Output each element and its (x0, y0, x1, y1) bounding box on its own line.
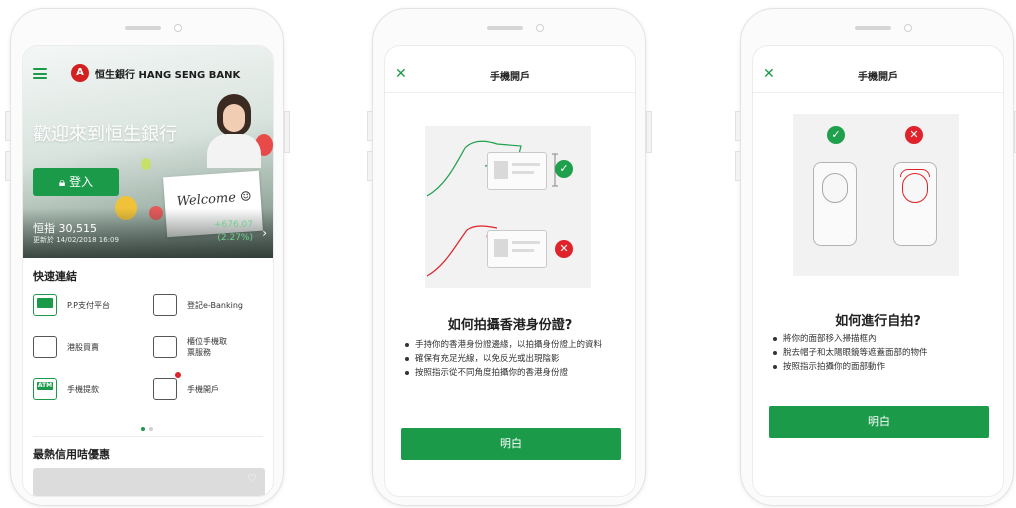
phone-speaker (855, 26, 891, 30)
side-button (735, 111, 741, 141)
phone-id-capture-screen: ✕ 手機開戶 ✓ ✕ 如何拍攝香港身份證? 手持你的香港身份證邊緣，以拍攝身份證… (367, 8, 652, 506)
app-screen-selfie-guide: ✕ 手機開戶 ✓ ✕ 如何進行自拍? 將你的面部移入掃描框內 脫去帽子和太陽眼鏡… (752, 45, 1004, 497)
notification-dot (175, 372, 181, 378)
phone-speaker (125, 26, 161, 30)
index-change: +676.07 (213, 220, 253, 230)
side-button (367, 151, 373, 181)
quick-link-pp-payment[interactable]: P.P支付平台 (33, 292, 143, 322)
selfie-phone-wrong (893, 162, 937, 246)
hang-seng-logo-icon: A (71, 64, 89, 82)
face-icon (822, 173, 848, 203)
phone-selfie-screen: ✕ 手機開戶 ✓ ✕ 如何進行自拍? 將你的面部移入掃描框內 脫去帽子和太陽眼鏡… (735, 8, 1016, 506)
id-card-illustration: ✓ ✕ (425, 126, 591, 288)
register-ebanking-icon (153, 294, 177, 316)
phone-camera (904, 24, 912, 32)
quick-link-stock-trading[interactable]: 港股買賣 (33, 334, 143, 364)
bank-building-icon (153, 378, 177, 400)
login-button[interactable]: 🔒︎ 登入 (33, 168, 119, 196)
guide-title: 如何拍攝香港身份證? (447, 318, 573, 333)
queue-ticket-icon (153, 336, 177, 358)
instruction-item: 將你的面部移入掃描框內 (773, 332, 989, 346)
quick-link-open-account[interactable]: 手機開戶 (153, 372, 268, 406)
promo-banner[interactable]: ♡ (33, 468, 265, 496)
instruction-item: 手持你的香港身份證邊緣，以拍攝身份證上的資料 (405, 338, 621, 352)
side-button (646, 111, 652, 153)
atm-icon: ATM (33, 378, 57, 400)
phone-camera (536, 24, 544, 32)
quick-link-queue-ticket[interactable]: 櫃位手機取 票服務 (153, 334, 268, 364)
index-change-percent: (2.27%) (217, 233, 253, 243)
quick-link-register-ebanking[interactable]: 登記e-Banking (153, 292, 268, 322)
phone-home-screen: Welcome ☺ A 恒生銀行 HANG SENG BANK 歡迎來到恒生銀行… (5, 8, 290, 506)
side-button (284, 111, 290, 153)
instruction-list: 將你的面部移入掃描框內 脫去帽子和太陽眼鏡等遮蓋面部的物件 按照指示拍攝你的面部… (773, 332, 989, 374)
selfie-illustration: ✓ ✕ (793, 114, 959, 276)
side-button (5, 151, 11, 181)
chevron-right-icon[interactable]: › (262, 226, 267, 240)
side-button (5, 111, 11, 141)
nav-title: 手機開戶 (858, 72, 898, 83)
lock-icon: 🔒︎ (58, 175, 70, 189)
index-updated-time: 更新於 14/02/2018 16:09 (33, 236, 119, 244)
side-button (367, 111, 373, 141)
hot-offers-title: 最熱信用咭優惠 (33, 448, 110, 461)
instruction-list: 手持你的香港身份證邊緣，以拍攝身份證上的資料 確保有充足光線，以免反光或出現陰影… (405, 338, 621, 380)
page-indicator[interactable] (141, 416, 157, 435)
face-with-hat-icon (902, 173, 928, 203)
id-card (487, 230, 547, 268)
hang-seng-index-value: 恒指 30,515 (33, 222, 97, 235)
bank-name: 恒生銀行 HANG SENG BANK (95, 70, 241, 81)
welcome-heading: 歡迎來到恒生銀行 (33, 124, 177, 145)
cross-icon: ✕ (905, 126, 923, 144)
instruction-item: 脫去帽子和太陽眼鏡等遮蓋面部的物件 (773, 346, 989, 360)
quick-links-title: 快速連結 (33, 270, 77, 283)
instruction-item: 按照指示從不同角度拍攝你的香港身份證 (405, 366, 621, 380)
instruction-item: 確保有充足光線，以免反光或出現陰影 (405, 352, 621, 366)
side-button (735, 151, 741, 181)
nav-title: 手機開戶 (490, 72, 530, 83)
welcome-banner: Welcome ☺ A 恒生銀行 HANG SENG BANK 歡迎來到恒生銀行… (23, 46, 273, 258)
phone-camera (174, 24, 182, 32)
check-icon: ✓ (827, 126, 845, 144)
phone-speaker (487, 26, 523, 30)
app-screen-id-guide: ✕ 手機開戶 ✓ ✕ 如何拍攝香港身份證? 手持你的香港身份證邊緣，以拍攝身份證… (384, 45, 636, 497)
selfie-phone-correct (813, 162, 857, 246)
payment-platform-icon (33, 294, 57, 316)
understand-button[interactable]: 明白 (401, 428, 621, 460)
app-screen-home: Welcome ☺ A 恒生銀行 HANG SENG BANK 歡迎來到恒生銀行… (22, 45, 274, 497)
check-icon: ✓ (555, 160, 573, 178)
hat-icon (900, 169, 930, 177)
instruction-item: 按照指示拍攝你的面部動作 (773, 360, 989, 374)
heart-icon[interactable]: ♡ (247, 472, 257, 485)
cross-icon: ✕ (555, 240, 573, 258)
balloon (141, 158, 151, 170)
stock-trading-icon (33, 336, 57, 358)
hamburger-menu-icon[interactable] (33, 68, 47, 79)
understand-button[interactable]: 明白 (769, 406, 989, 438)
guide-title: 如何進行自拍? (835, 314, 921, 329)
quick-link-atm-withdrawal[interactable]: ATM 手機提款 (33, 376, 143, 406)
smiling-woman-photo (203, 94, 263, 168)
id-card (487, 152, 547, 190)
